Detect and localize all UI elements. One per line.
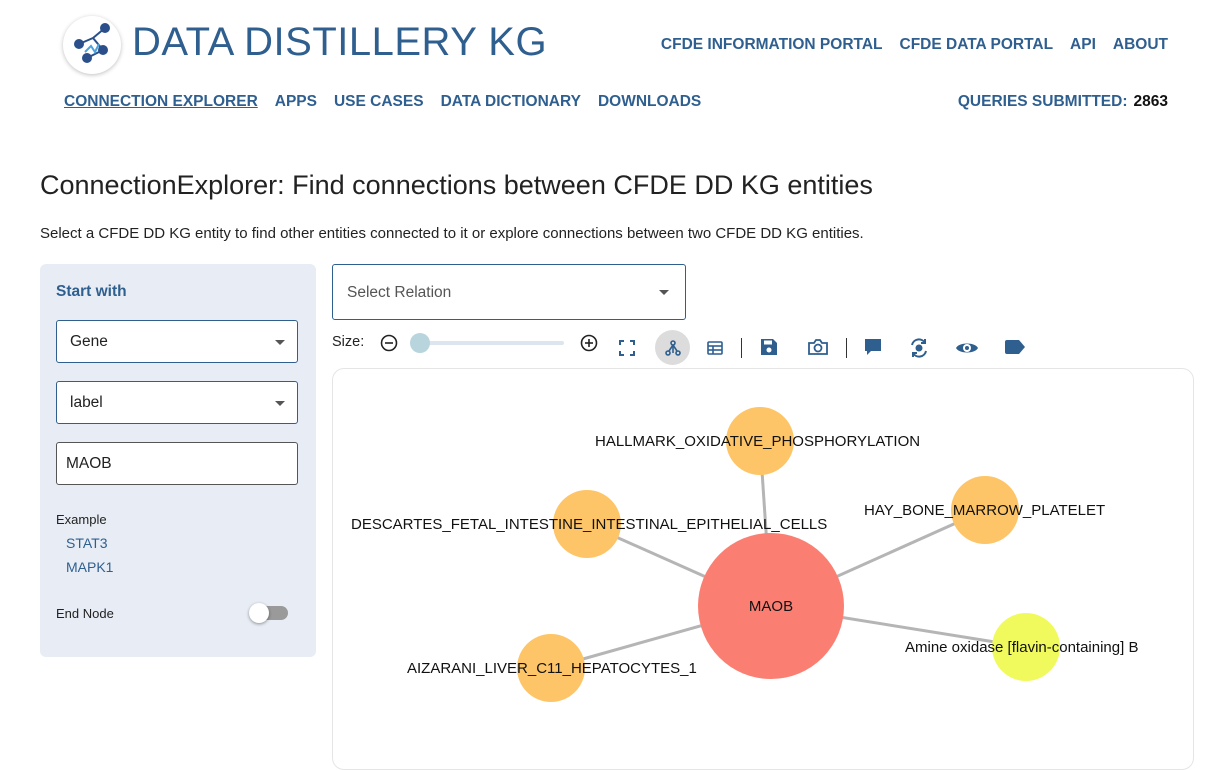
example-link-stat3[interactable]: STAT3 [66, 535, 108, 551]
refresh-icon[interactable] [907, 336, 931, 360]
eye-icon[interactable] [954, 336, 980, 360]
nav-use-cases[interactable]: USE CASES [334, 93, 424, 111]
start-with-title: Start with [56, 283, 127, 300]
size-slider-thumb[interactable] [410, 333, 430, 353]
network-layout-icon[interactable] [655, 330, 690, 365]
zoom-in-icon[interactable] [579, 333, 599, 353]
queries-count: 2863 [1133, 93, 1168, 110]
attribute-select[interactable]: label [56, 381, 298, 424]
size-label: Size: [332, 334, 365, 350]
queries-submitted: QUERIES SUBMITTED: 2863 [958, 93, 1168, 111]
brand-title[interactable]: DATA DISTILLERY KG [132, 20, 547, 65]
graph-node-label: AIZARANI_LIVER_C11_HEPATOCYTES_1 [407, 660, 697, 677]
link-api[interactable]: API [1070, 36, 1096, 54]
page-subtitle: Select a CFDE DD KG entity to find other… [40, 225, 864, 242]
save-icon[interactable] [758, 336, 780, 358]
top-links: CFDE INFORMATION PORTAL CFDE DATA PORTAL… [661, 36, 1168, 54]
table-icon[interactable] [704, 337, 726, 359]
graph-node-label: DESCARTES_FETAL_INTESTINE_INTESTINAL_EPI… [351, 516, 827, 533]
queries-label: QUERIES SUBMITTED: [957, 93, 1128, 110]
link-about[interactable]: ABOUT [1113, 36, 1168, 54]
graph-node-label: MAOB [749, 598, 793, 615]
page-title: ConnectionExplorer: Find connections bet… [40, 170, 873, 200]
toggle-knob [249, 603, 269, 623]
main-nav: CONNECTION EXPLORER APPS USE CASES DATA … [64, 93, 701, 111]
example-link-mapk1[interactable]: MAPK1 [66, 559, 113, 575]
nav-data-dictionary[interactable]: DATA DICTIONARY [441, 93, 581, 111]
size-slider[interactable] [412, 341, 564, 345]
nav-apps[interactable]: APPS [275, 93, 317, 111]
camera-icon[interactable] [806, 336, 830, 358]
entity-type-value: Gene [70, 333, 108, 350]
toolbar-divider [846, 338, 847, 358]
tag-icon[interactable] [1003, 336, 1027, 358]
graph-node-label: HAY_BONE_MARROW_PLATELET [864, 502, 1105, 519]
start-with-panel: Start with Gene label MAOB Example STAT3… [40, 264, 316, 657]
zoom-out-icon[interactable] [379, 333, 399, 353]
relation-placeholder: Select Relation [347, 284, 452, 301]
graph-node-label: Amine oxidase [flavin-containing] B [905, 639, 1138, 656]
search-input-value: MAOB [66, 455, 112, 472]
toolbar-divider [741, 338, 742, 358]
ddkg-logo[interactable] [63, 16, 121, 74]
nav-connection-explorer[interactable]: CONNECTION EXPLORER [64, 93, 258, 111]
link-cfde-data-portal[interactable]: CFDE DATA PORTAL [900, 36, 1054, 54]
nav-downloads[interactable]: DOWNLOADS [598, 93, 701, 111]
end-node-label: End Node [56, 606, 114, 621]
chevron-down-icon [275, 401, 285, 406]
attribute-value: label [70, 394, 103, 411]
chevron-down-icon [659, 290, 669, 295]
comment-icon[interactable] [862, 336, 884, 358]
network-graph: MAOB HALLMARK_OXIDATIVE_PHOSPHORYLATION DE… [351, 407, 1138, 702]
search-input[interactable]: MAOB [56, 442, 298, 485]
graph-canvas[interactable]: MAOB HALLMARK_OXIDATIVE_PHOSPHORYLATION DE… [332, 368, 1194, 770]
relation-select[interactable]: Select Relation [332, 264, 686, 320]
end-node-toggle[interactable] [249, 603, 288, 623]
fullscreen-icon[interactable] [616, 337, 638, 359]
graph-node-label: HALLMARK_OXIDATIVE_PHOSPHORYLATION [595, 433, 920, 450]
logo-icon [74, 23, 110, 63]
chevron-down-icon [275, 340, 285, 345]
entity-type-select[interactable]: Gene [56, 320, 298, 363]
link-cfde-information-portal[interactable]: CFDE INFORMATION PORTAL [661, 36, 883, 54]
example-label: Example [56, 512, 107, 527]
